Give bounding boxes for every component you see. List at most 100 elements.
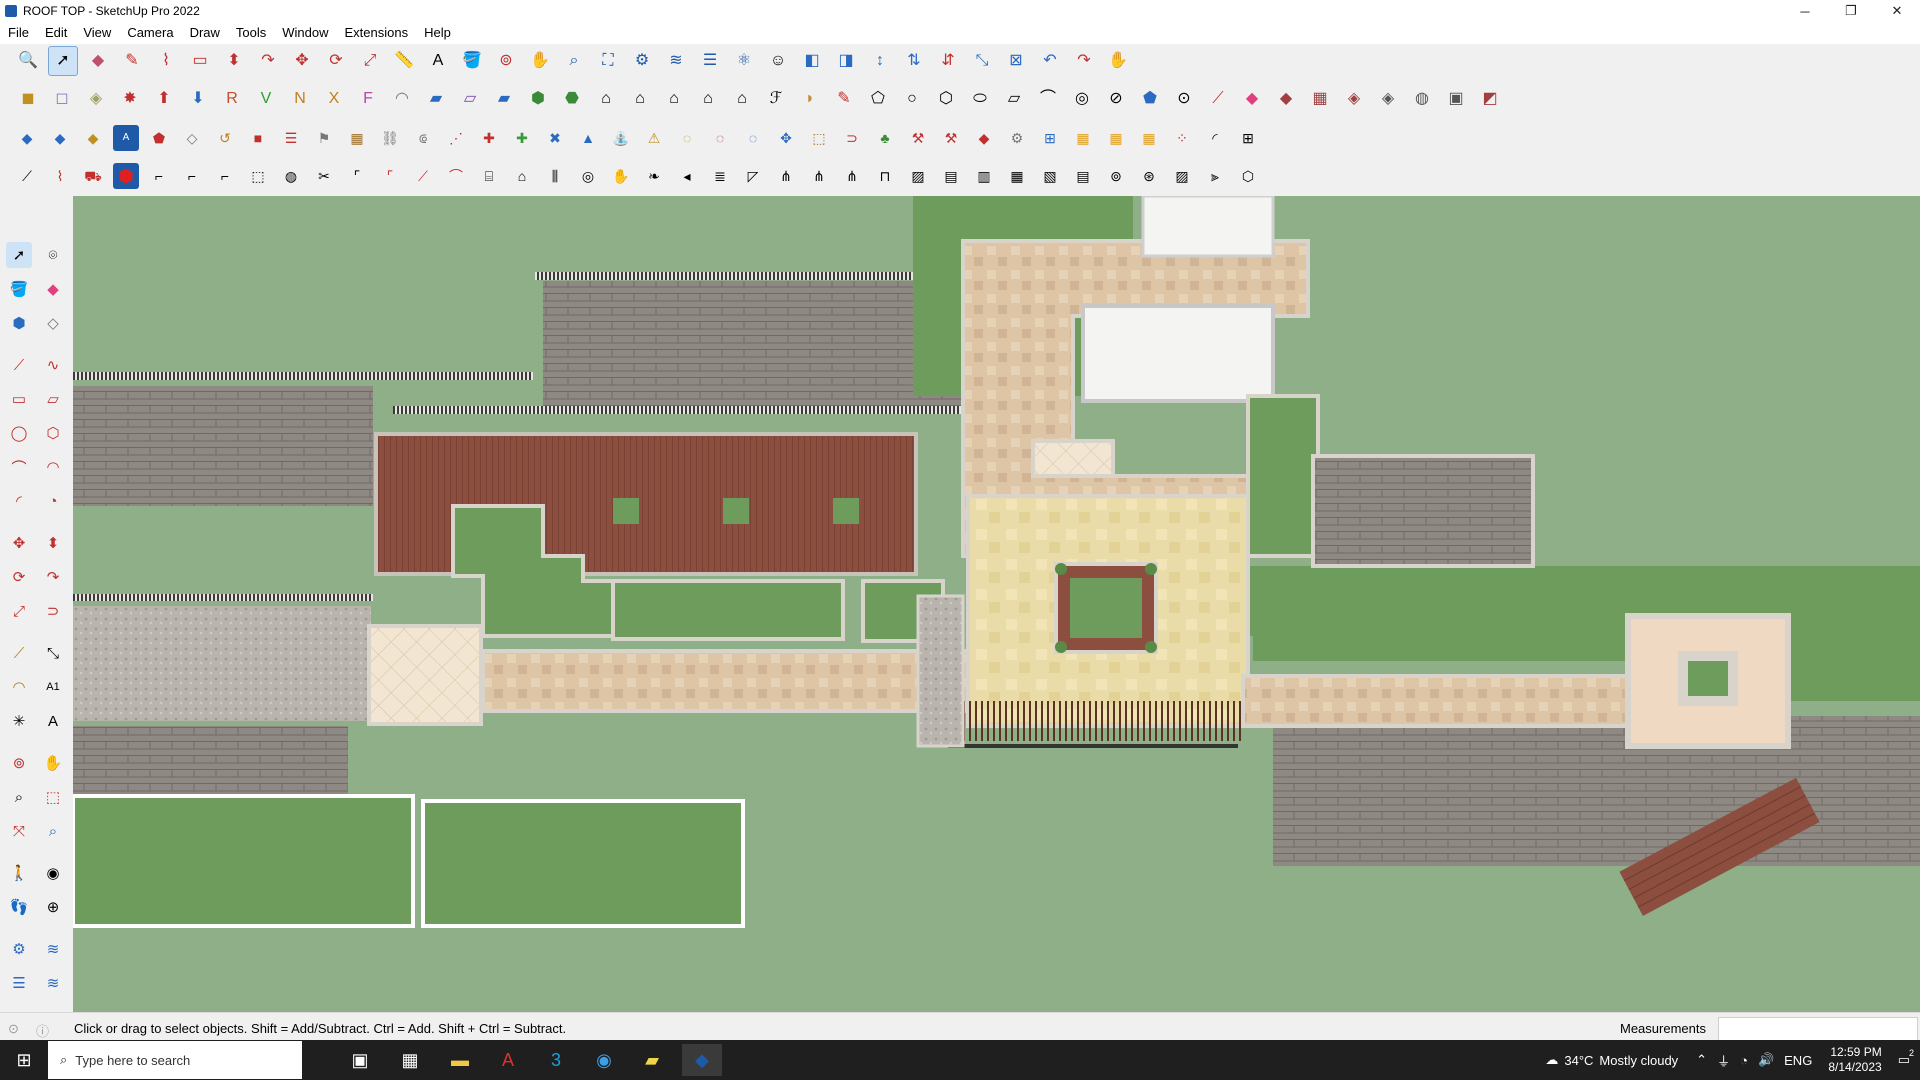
select-tool-icon[interactable]: ➚: [48, 46, 78, 76]
leaf-icon[interactable]: ❧: [641, 163, 667, 189]
magnet-icon[interactable]: ⊃: [839, 125, 865, 151]
plane-c-icon[interactable]: ◆: [80, 125, 106, 151]
section-cut-icon[interactable]: ◨: [832, 47, 860, 75]
curve-red-icon[interactable]: ⌒: [443, 163, 469, 189]
pipe-b-icon[interactable]: ⌐: [179, 163, 205, 189]
model-viewport[interactable]: [73, 196, 1920, 1012]
move-left-icon[interactable]: ✥: [6, 530, 32, 556]
section-plane-icon[interactable]: ◧: [798, 47, 826, 75]
menu-edit[interactable]: Edit: [37, 22, 75, 44]
hand-tool-icon[interactable]: ✋: [1104, 47, 1132, 75]
component-icon[interactable]: ⚙: [628, 47, 656, 75]
loop-b-icon[interactable]: ◌: [707, 125, 733, 151]
layers-icon[interactable]: ☰: [696, 47, 724, 75]
freehand-icon[interactable]: ⌇: [152, 47, 180, 75]
gear-a-icon[interactable]: ⚙: [1004, 125, 1030, 151]
pipe-c-icon[interactable]: ⌐: [212, 163, 238, 189]
menu-view[interactable]: View: [75, 22, 119, 44]
ruby-icon[interactable]: ⬢: [113, 163, 139, 189]
hatch-k-icon[interactable]: ⬡: [1235, 163, 1261, 189]
hatch-b-icon[interactable]: ▤: [938, 163, 964, 189]
nodes-icon[interactable]: ⋰: [443, 125, 469, 151]
draw-line-icon[interactable]: ⟋: [14, 163, 40, 189]
grid-b-icon[interactable]: ▦: [1103, 125, 1129, 151]
face-c-icon[interactable]: ▰: [490, 85, 518, 113]
solid-cube-icon[interactable]: ◼: [14, 85, 42, 113]
volume-icon[interactable]: 🔊: [1758, 1052, 1774, 1068]
extrude-n-icon[interactable]: N: [286, 85, 314, 113]
cross-blue-icon[interactable]: ✖: [542, 125, 568, 151]
ring-icon[interactable]: ◎: [575, 163, 601, 189]
hatch-a-icon[interactable]: ▨: [905, 163, 931, 189]
font-icon[interactable]: ℱ: [762, 85, 790, 113]
hatch-f-icon[interactable]: ▤: [1070, 163, 1096, 189]
house-d-icon[interactable]: ⌂: [694, 85, 722, 113]
arrow-left-icon[interactable]: ◂: [674, 163, 700, 189]
rectangle-icon[interactable]: ▭: [186, 47, 214, 75]
material-f-icon[interactable]: ▣: [1442, 85, 1470, 113]
house-b-icon[interactable]: ⌂: [626, 85, 654, 113]
material-g-icon[interactable]: ◩: [1476, 85, 1504, 113]
calculator-icon[interactable]: ▦: [390, 1044, 430, 1076]
lasso-icon[interactable]: ⌾: [40, 242, 66, 268]
house-e-icon[interactable]: ⌂: [728, 85, 756, 113]
branch-a-icon[interactable]: ⋔: [773, 163, 799, 189]
component-grid-icon[interactable]: ⊞: [1235, 125, 1261, 151]
layers-panel-left-icon[interactable]: ☰: [6, 970, 32, 996]
polygon-left-icon[interactable]: ⬡: [40, 420, 66, 446]
rotate-left-icon[interactable]: ⟳: [6, 564, 32, 590]
loft-icon[interactable]: ⬟: [1136, 85, 1164, 113]
spiral-icon[interactable]: ◎: [1068, 85, 1096, 113]
footprints-left-icon[interactable]: 👣: [6, 894, 32, 920]
zoom-extents-left-icon[interactable]: ⤧: [6, 818, 32, 844]
push-pull-icon[interactable]: ⬍: [220, 47, 248, 75]
menu-window[interactable]: Window: [274, 22, 336, 44]
grid-c-icon[interactable]: ▦: [1136, 125, 1162, 151]
wood-icon[interactable]: ▦: [344, 125, 370, 151]
line-left-icon[interactable]: ⟋: [6, 352, 32, 378]
parallelogram-icon[interactable]: ▱: [1000, 85, 1028, 113]
extrude-x-icon[interactable]: X: [320, 85, 348, 113]
extrude-v-icon[interactable]: V: [252, 85, 280, 113]
hatch-j-icon[interactable]: ⫸: [1202, 163, 1228, 189]
explode-icon[interactable]: ✸: [116, 85, 144, 113]
3dtext-left-icon[interactable]: A: [40, 708, 66, 734]
clock[interactable]: 12:59 PM 8/14/2023: [1828, 1045, 1881, 1075]
stack-icon[interactable]: ◇: [179, 125, 205, 151]
material-d-icon[interactable]: ◈: [1374, 85, 1402, 113]
acrobat-icon[interactable]: A: [488, 1044, 528, 1076]
move-icon[interactable]: ✥: [288, 47, 316, 75]
arc2-left-icon[interactable]: ◠: [40, 454, 66, 480]
window-frame-icon[interactable]: ⊞: [1037, 125, 1063, 151]
corner-a-icon[interactable]: ⌜: [344, 163, 370, 189]
paint-bucket-icon[interactable]: 🪣: [458, 47, 486, 75]
hatch-g-icon[interactable]: ⊚: [1103, 163, 1129, 189]
eraser-icon[interactable]: ◆: [84, 47, 112, 75]
sphere-icon[interactable]: ◍: [278, 163, 304, 189]
chain-icon[interactable]: ⛓: [377, 125, 403, 151]
info-icon[interactable]: ⓘ: [36, 1021, 49, 1040]
material-a-icon[interactable]: ◆: [1272, 85, 1300, 113]
hatch-c-icon[interactable]: ▥: [971, 163, 997, 189]
zoom-extents-icon[interactable]: ⛶: [594, 47, 622, 75]
maximize-button[interactable]: ❐: [1828, 0, 1874, 22]
text-label-icon[interactable]: A: [113, 125, 139, 151]
text-icon[interactable]: A: [424, 47, 452, 75]
freehand-left-icon[interactable]: ∿: [40, 352, 66, 378]
arc-left-icon[interactable]: ⌒: [6, 454, 32, 480]
cross-red-icon[interactable]: ✚: [476, 125, 502, 151]
minimize-button[interactable]: ─: [1782, 0, 1828, 22]
look-around-left-icon[interactable]: ◉: [40, 860, 66, 886]
tree-icon[interactable]: ♣: [872, 125, 898, 151]
extrude-f-icon[interactable]: F: [354, 85, 382, 113]
styles-panel-left-icon[interactable]: ≋: [40, 936, 66, 962]
rotate-icon[interactable]: ⟳: [322, 47, 350, 75]
push-pull-a-icon[interactable]: ⬆: [150, 85, 178, 113]
sketchup-taskbar-icon[interactable]: ◆: [682, 1044, 722, 1076]
tools-b-icon[interactable]: ⚒: [938, 125, 964, 151]
sticky-notes-icon[interactable]: ▰: [632, 1044, 672, 1076]
offset-left-icon[interactable]: ⊃: [40, 598, 66, 624]
curve-icon[interactable]: ◠: [388, 85, 416, 113]
wireframe-cube-icon[interactable]: ◻: [48, 85, 76, 113]
grid-a-icon[interactable]: ▦: [1070, 125, 1096, 151]
